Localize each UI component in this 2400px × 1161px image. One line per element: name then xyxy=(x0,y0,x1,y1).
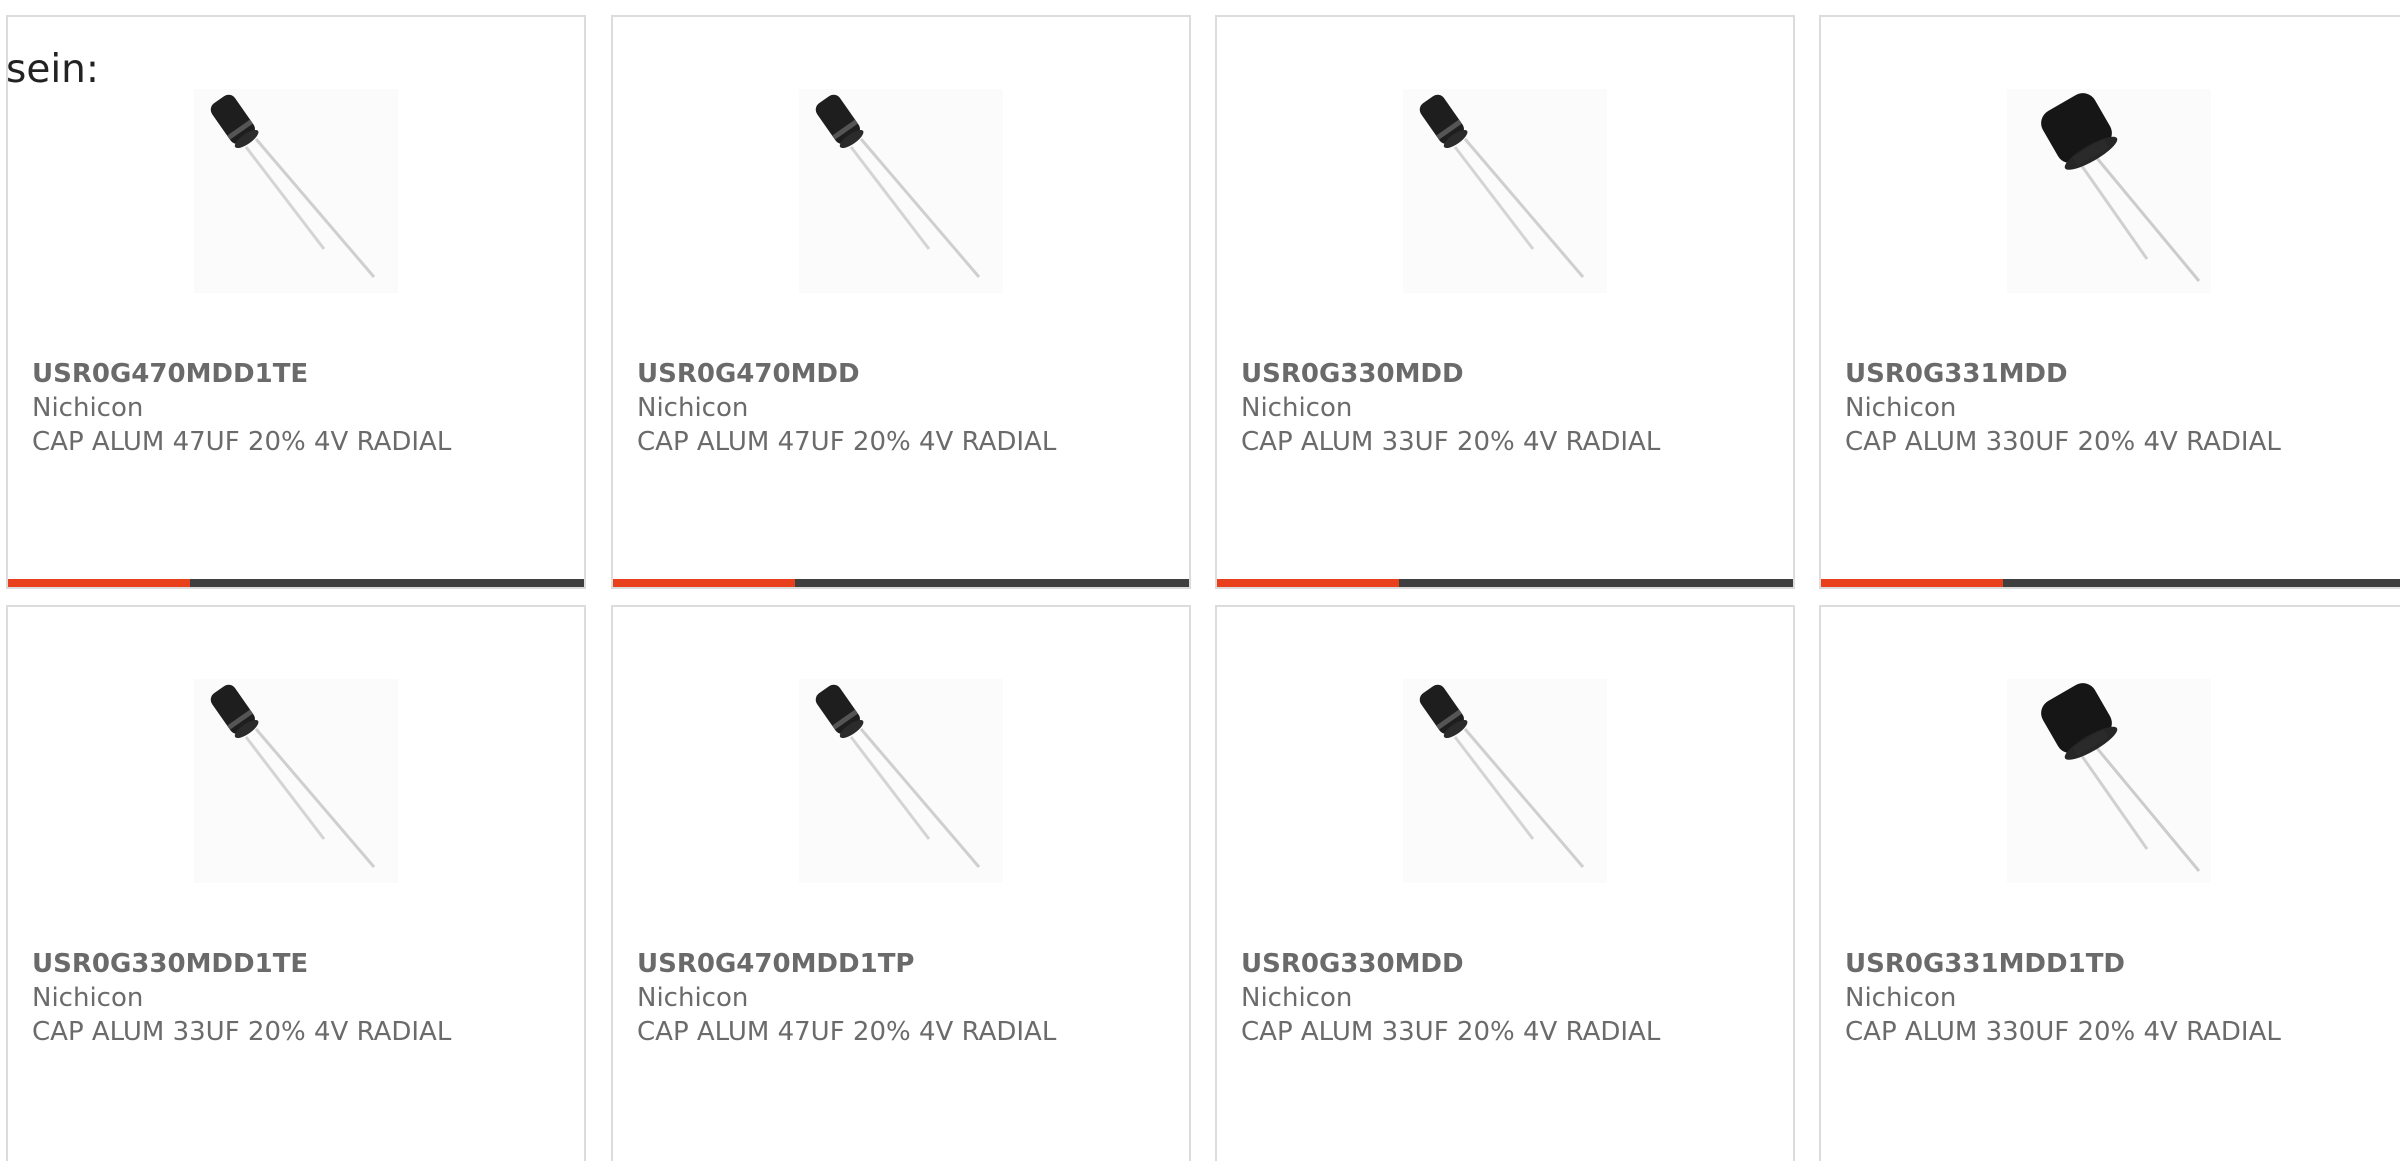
part-number[interactable]: USR0G470MDD xyxy=(637,357,1157,391)
small-radial-capacitor-image xyxy=(1419,684,1585,868)
manufacturer: Nichicon xyxy=(1241,983,1353,1013)
product-image[interactable] xyxy=(1403,89,1607,293)
part-number[interactable]: USR0G331MDD xyxy=(1845,357,2365,391)
manufacturer: Nichicon xyxy=(637,983,749,1013)
product-card[interactable]: USR0G331MDD1TD Nichicon CAP ALUM 330UF 2… xyxy=(1819,605,2400,1161)
product-text: USR0G330MDD Nichicon CAP ALUM 33UF 20% 4… xyxy=(1241,357,1761,459)
small-radial-capacitor-image xyxy=(815,94,981,278)
part-number[interactable]: USR0G470MDD1TP xyxy=(637,947,1157,981)
product-image[interactable] xyxy=(1403,679,1607,883)
part-number[interactable]: USR0G330MDD xyxy=(1241,357,1761,391)
product-text: USR0G331MDD1TD Nichicon CAP ALUM 330UF 2… xyxy=(1845,947,2365,1049)
product-image[interactable] xyxy=(799,89,1003,293)
card-bottom-bar xyxy=(1821,579,2400,587)
description: CAP ALUM 330UF 20% 4V RADIAL xyxy=(1845,427,2281,457)
card-bar-accent xyxy=(613,579,795,587)
manufacturer: Nichicon xyxy=(32,983,144,1013)
manufacturer: Nichicon xyxy=(1241,393,1353,423)
product-image[interactable] xyxy=(2007,679,2211,883)
product-text: USR0G330MDD Nichicon CAP ALUM 33UF 20% 4… xyxy=(1241,947,1761,1049)
card-bar-accent xyxy=(8,579,190,587)
intro-text: sein: xyxy=(6,47,100,92)
description: CAP ALUM 47UF 20% 4V RADIAL xyxy=(637,427,1057,457)
manufacturer: Nichicon xyxy=(1845,393,1957,423)
card-bar-accent xyxy=(1217,579,1399,587)
product-image[interactable] xyxy=(2007,89,2211,293)
product-image[interactable] xyxy=(194,89,398,293)
part-number[interactable]: USR0G331MDD1TD xyxy=(1845,947,2365,981)
product-text: USR0G330MDD1TE Nichicon CAP ALUM 33UF 20… xyxy=(32,947,552,1049)
card-bar-accent xyxy=(1821,579,2003,587)
description: CAP ALUM 330UF 20% 4V RADIAL xyxy=(1845,1017,2281,1047)
manufacturer: Nichicon xyxy=(32,393,144,423)
description: CAP ALUM 33UF 20% 4V RADIAL xyxy=(1241,1017,1661,1047)
product-text: USR0G331MDD Nichicon CAP ALUM 330UF 20% … xyxy=(1845,357,2365,459)
product-card[interactable]: USR0G330MDD1TE Nichicon CAP ALUM 33UF 20… xyxy=(6,605,586,1161)
small-radial-capacitor-image xyxy=(210,684,376,868)
manufacturer: Nichicon xyxy=(1845,983,1957,1013)
large-radial-capacitor-image xyxy=(2041,683,2201,872)
description: CAP ALUM 47UF 20% 4V RADIAL xyxy=(32,427,452,457)
product-text: USR0G470MDD Nichicon CAP ALUM 47UF 20% 4… xyxy=(637,357,1157,459)
product-card[interactable]: USR0G330MDD Nichicon CAP ALUM 33UF 20% 4… xyxy=(1215,15,1795,589)
card-bottom-bar xyxy=(613,579,1189,587)
description: CAP ALUM 47UF 20% 4V RADIAL xyxy=(637,1017,1057,1047)
manufacturer: Nichicon xyxy=(637,393,749,423)
part-number[interactable]: USR0G470MDD1TE xyxy=(32,357,552,391)
part-number[interactable]: USR0G330MDD1TE xyxy=(32,947,552,981)
product-card[interactable]: USR0G331MDD Nichicon CAP ALUM 330UF 20% … xyxy=(1819,15,2400,589)
product-grid: USR0G470MDD1TE Nichicon CAP ALUM 47UF 20… xyxy=(0,0,2400,1161)
large-radial-capacitor-image xyxy=(2041,93,2201,282)
part-number[interactable]: USR0G330MDD xyxy=(1241,947,1761,981)
product-text: USR0G470MDD1TE Nichicon CAP ALUM 47UF 20… xyxy=(32,357,552,459)
card-bottom-bar xyxy=(1217,579,1793,587)
card-bottom-bar xyxy=(8,579,584,587)
product-image[interactable] xyxy=(799,679,1003,883)
small-radial-capacitor-image xyxy=(1419,94,1585,278)
product-card[interactable]: USR0G470MDD1TE Nichicon CAP ALUM 47UF 20… xyxy=(6,15,586,589)
description: CAP ALUM 33UF 20% 4V RADIAL xyxy=(32,1017,452,1047)
product-card[interactable]: USR0G330MDD Nichicon CAP ALUM 33UF 20% 4… xyxy=(1215,605,1795,1161)
product-image[interactable] xyxy=(194,679,398,883)
product-card[interactable]: USR0G470MDD1TP Nichicon CAP ALUM 47UF 20… xyxy=(611,605,1191,1161)
small-radial-capacitor-image xyxy=(815,684,981,868)
description: CAP ALUM 33UF 20% 4V RADIAL xyxy=(1241,427,1661,457)
product-text: USR0G470MDD1TP Nichicon CAP ALUM 47UF 20… xyxy=(637,947,1157,1049)
small-radial-capacitor-image xyxy=(210,94,376,278)
product-card[interactable]: USR0G470MDD Nichicon CAP ALUM 47UF 20% 4… xyxy=(611,15,1191,589)
page: sein: USR0G470MDD1TE Nichicon CAP ALUM 4… xyxy=(0,0,2400,1161)
